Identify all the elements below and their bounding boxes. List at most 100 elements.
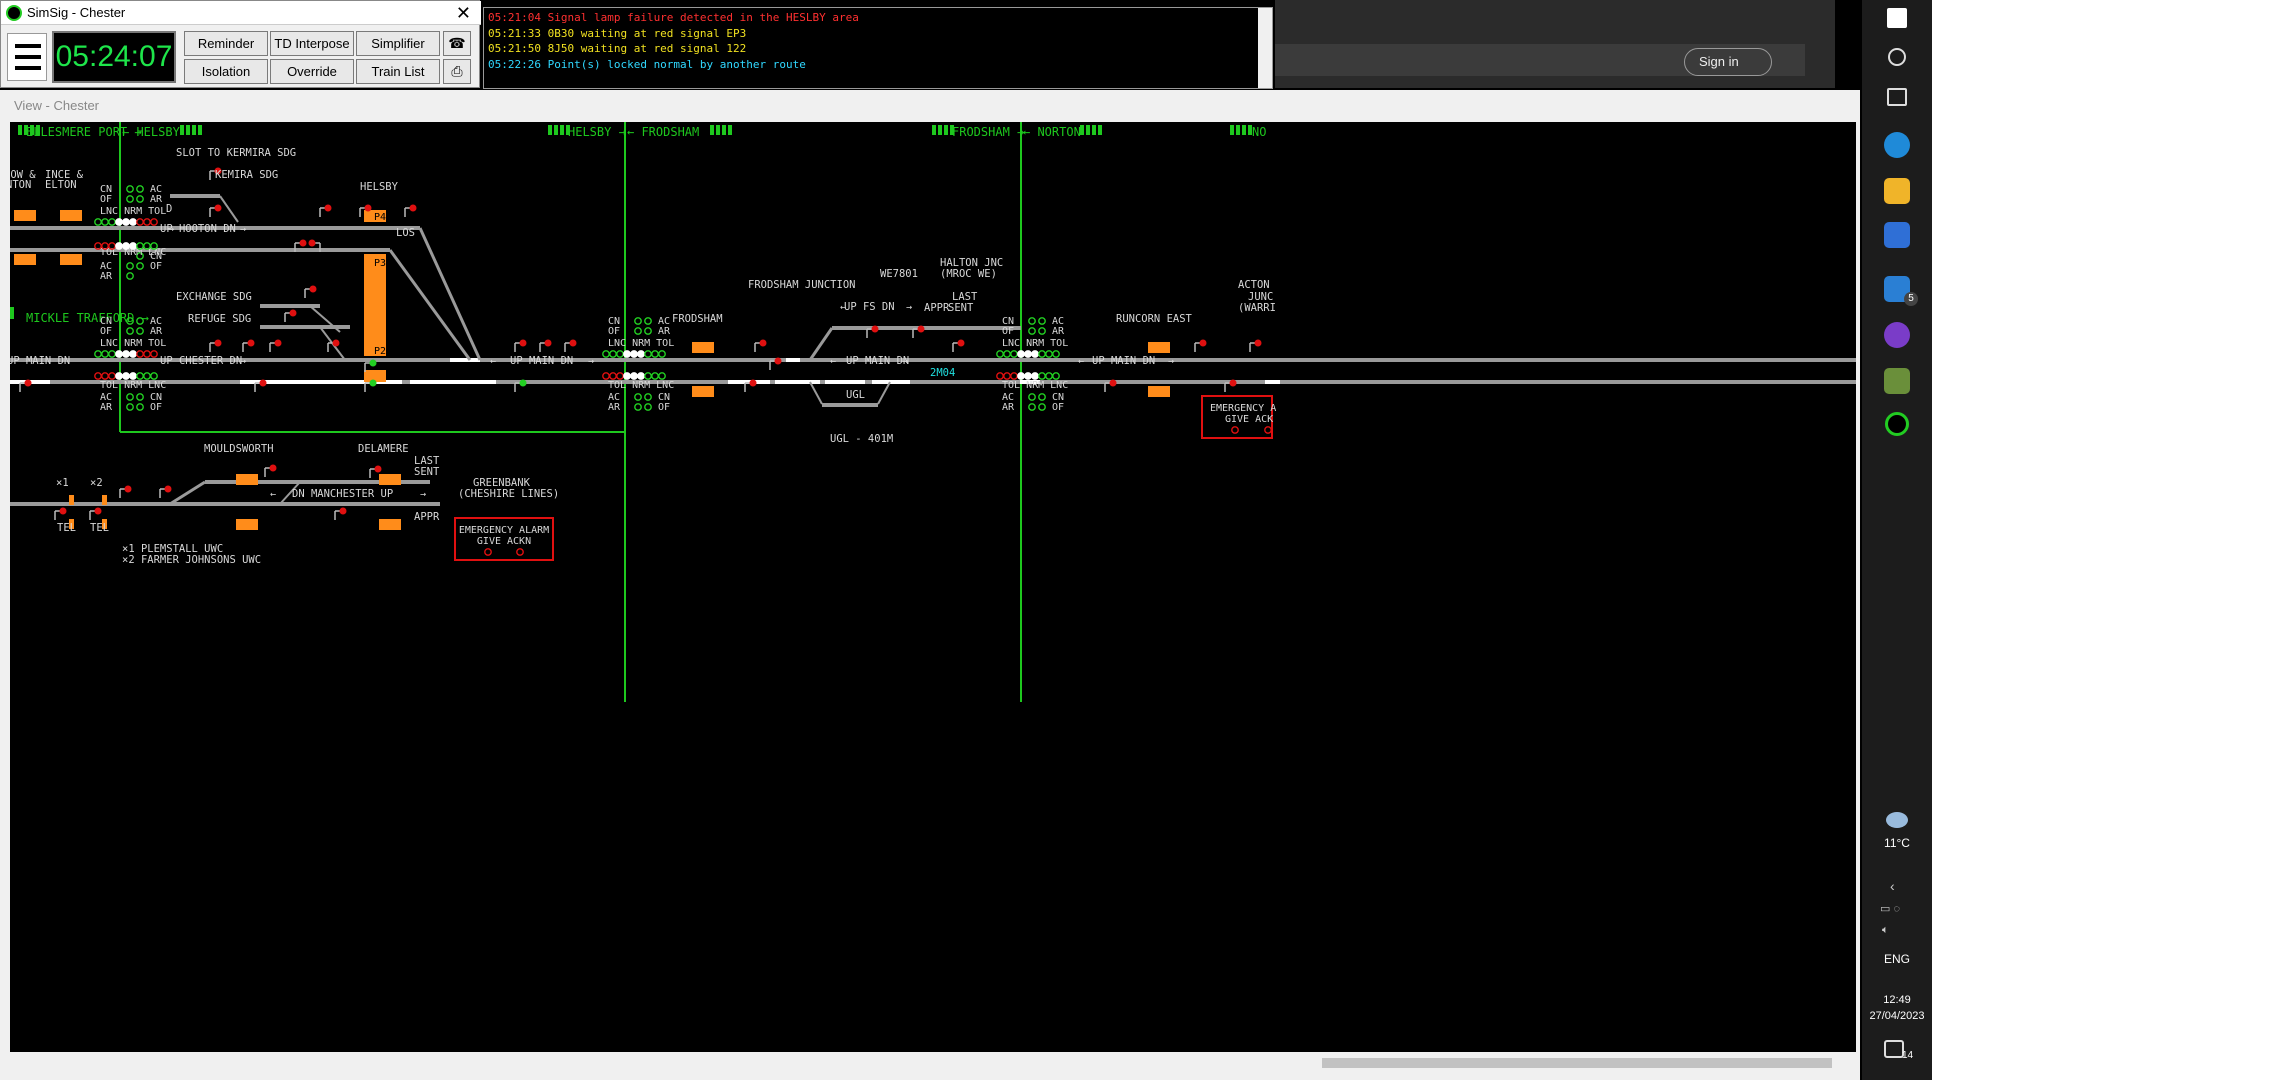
message-scrollbar[interactable] xyxy=(1258,8,1272,88)
junction-track xyxy=(388,249,472,361)
notifications-icon[interactable] xyxy=(1884,1040,1904,1058)
diagram-label: ×1 xyxy=(56,477,69,489)
signal-head xyxy=(214,339,222,347)
tray-date[interactable]: 27/04/2023 xyxy=(1862,1010,1932,1022)
train-list-button[interactable]: Train List xyxy=(356,59,440,84)
close-icon[interactable]: ✕ xyxy=(456,1,471,25)
header-marker xyxy=(1248,125,1252,135)
override-button[interactable]: Override xyxy=(270,59,354,84)
diagram-label: SLOT TO KERMIRA SDG xyxy=(176,147,296,159)
header-marker xyxy=(1080,125,1084,135)
header-marker xyxy=(728,125,732,135)
td-interpose-button[interactable]: TD Interpose xyxy=(270,31,354,56)
control-code-label: AR xyxy=(150,194,163,205)
sim-clock[interactable]: 05:24:07 xyxy=(52,31,176,83)
lever-indicator xyxy=(115,350,123,358)
platform-label: P1 xyxy=(374,390,386,401)
direction-arrow-icon: → xyxy=(906,302,912,313)
signal-head xyxy=(364,204,372,212)
simsig-taskbar-icon[interactable] xyxy=(1885,412,1909,436)
weather-icon[interactable] xyxy=(1886,812,1908,828)
signal-head xyxy=(1199,339,1207,347)
menu-bar xyxy=(15,66,41,70)
network-icon[interactable]: ▭ ◌ xyxy=(1880,902,1900,915)
tray-time[interactable]: 12:49 xyxy=(1862,994,1932,1006)
signalling-diagram[interactable]: ELLESMERE PORT → ← HELSBY HELSBY → ← FRODSH… xyxy=(4,122,1856,1052)
desktop: Sign in View - Chester ELLESMERE PORT → ←… xyxy=(0,0,2282,1080)
browser-signin-button[interactable]: Sign in xyxy=(1684,48,1772,76)
mail-badge: 5 xyxy=(1904,292,1918,306)
control-indicator xyxy=(644,403,652,411)
diagram-label: FRODSHAM xyxy=(672,313,723,325)
alarm-label: GIVE ACK xyxy=(1225,414,1273,425)
diagram-label: EXCHANGE SDG xyxy=(176,291,252,303)
diagram-label: (MROC WE) xyxy=(940,268,997,280)
control-indicator xyxy=(136,327,144,335)
horizontal-scrollbar[interactable] xyxy=(10,1054,1856,1072)
reminder-button[interactable]: Reminder xyxy=(184,31,268,56)
signal-head xyxy=(24,379,32,387)
control-indicator xyxy=(1038,403,1046,411)
direction-arrow-icon: ← xyxy=(830,356,836,367)
store-icon[interactable] xyxy=(1884,222,1910,248)
chevron-up-icon[interactable]: ‹ xyxy=(1890,878,1895,894)
diagram-svg[interactable]: ELLESMERE PORT →← HELSBY HELSBY → ← FRODSH… xyxy=(4,122,1856,1052)
search-icon[interactable] xyxy=(1888,48,1906,66)
station-platform xyxy=(14,210,36,221)
message-line: 05:21:04 Signal lamp failure detected in… xyxy=(488,11,859,24)
control-indicator xyxy=(126,403,134,411)
control-code-label: AR xyxy=(658,326,671,337)
control-code-label: LNC NRM TOL xyxy=(1002,338,1068,349)
volume-icon[interactable]: 🔈︎ xyxy=(1882,924,1889,937)
lever-indicator xyxy=(609,372,617,380)
signal-head xyxy=(1229,379,1237,387)
area-header: ← FRODSHAM xyxy=(627,125,699,139)
chat-icon[interactable] xyxy=(1884,322,1910,348)
hamburger-menu-button[interactable] xyxy=(7,33,47,81)
lever-indicator xyxy=(129,242,137,250)
lever-indicator xyxy=(136,372,144,380)
control-indicator xyxy=(1038,327,1046,335)
lever-indicator xyxy=(644,372,652,380)
lever-indicator xyxy=(609,350,617,358)
edge-icon[interactable] xyxy=(1884,132,1910,158)
windows-start-icon[interactable] xyxy=(1887,8,1907,28)
diagram-label: UGL - 401M xyxy=(830,433,893,445)
weather-temperature[interactable]: 11°C xyxy=(1862,836,1932,850)
isolation-button[interactable]: Isolation xyxy=(184,59,268,84)
signal-head xyxy=(124,485,132,493)
diagram-label: FRODSHAM JUNCTION xyxy=(748,279,855,291)
language-indicator[interactable]: ENG xyxy=(1862,952,1932,966)
signal-head xyxy=(374,465,382,473)
signal-head xyxy=(917,325,925,333)
minecraft-icon[interactable] xyxy=(1884,368,1910,394)
scrollbar-thumb[interactable] xyxy=(1322,1058,1832,1068)
lever-indicator xyxy=(94,350,102,358)
simplifier-button[interactable]: Simplifier xyxy=(356,31,440,56)
header-marker xyxy=(938,125,942,135)
lever-indicator xyxy=(129,350,137,358)
diagram-label: APPR xyxy=(924,302,950,314)
area-header: ← HELSBY xyxy=(122,125,181,139)
signal-head xyxy=(59,507,67,515)
header-marker xyxy=(1230,125,1234,135)
platform-p3 xyxy=(364,254,386,356)
lever-indicator xyxy=(602,372,610,380)
cheshire-lines-track xyxy=(169,480,206,506)
lever-indicator xyxy=(996,372,1004,380)
lever-indicator xyxy=(136,350,144,358)
file-explorer-icon[interactable] xyxy=(1884,178,1910,204)
signal-head xyxy=(309,285,317,293)
header-marker xyxy=(30,125,34,135)
telephone-icon[interactable]: ☎ xyxy=(443,31,471,56)
diagram-label: UP CHESTER DN xyxy=(160,355,242,367)
header-marker xyxy=(566,125,570,135)
message-log[interactable]: 05:21:04 Signal lamp failure detected in… xyxy=(483,7,1273,89)
task-view-icon[interactable] xyxy=(1887,88,1907,106)
direction-arrow-icon: → xyxy=(168,224,174,235)
alarm-label: GIVE ACKN xyxy=(477,536,531,547)
lever-indicator xyxy=(1010,372,1018,380)
lever-indicator xyxy=(108,350,116,358)
signal-head xyxy=(332,339,340,347)
printer-icon[interactable]: ⎙ xyxy=(443,59,471,84)
